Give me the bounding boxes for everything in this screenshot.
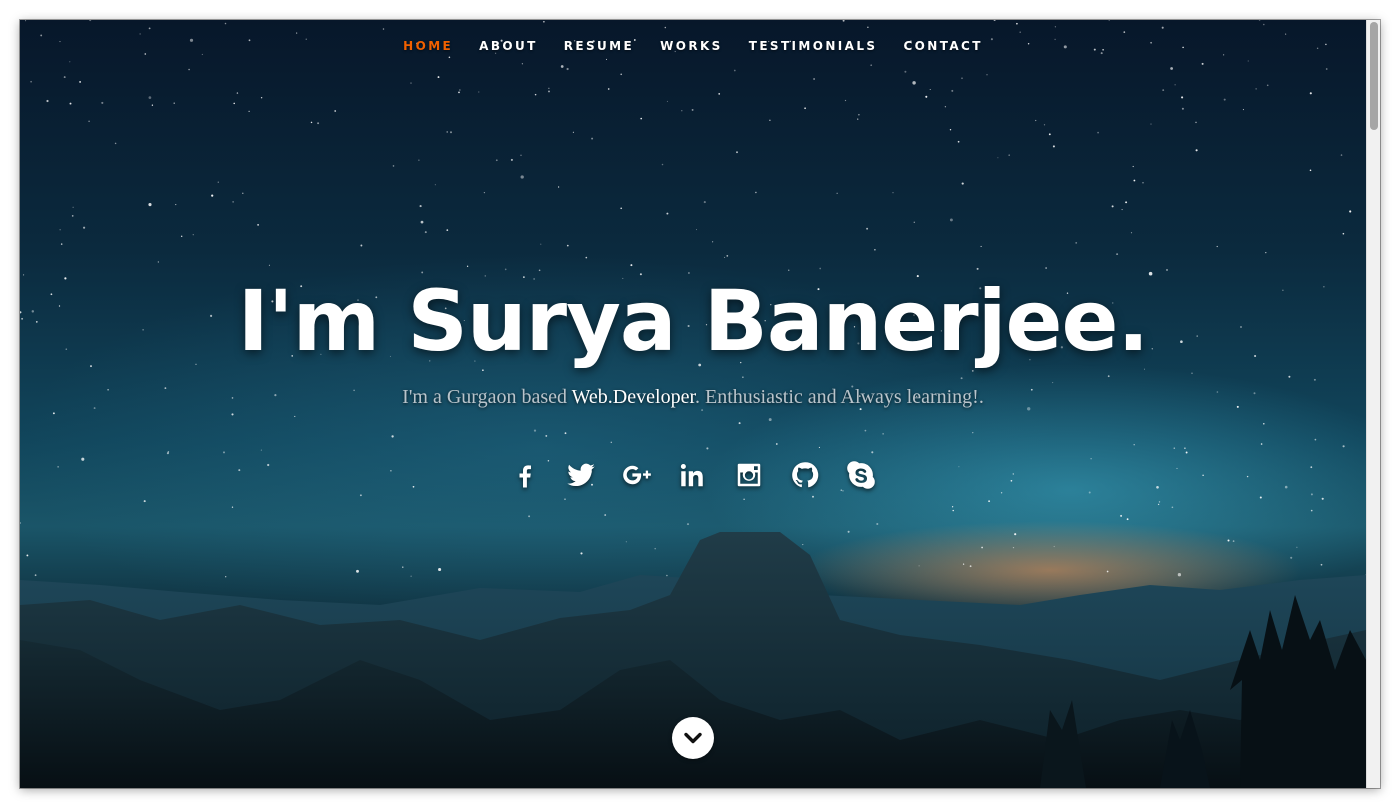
google-plus-icon[interactable]: [620, 458, 654, 492]
tagline-suffix: . Enthusiastic and Always learning!.: [695, 386, 984, 408]
tagline-highlight: Web.Developer: [571, 386, 695, 408]
nav-resume[interactable]: RESUME: [564, 36, 634, 56]
chevron-down-icon: [684, 732, 702, 744]
browser-viewport: HOME ABOUT RESUME WORKS TESTIMONIALS CON…: [20, 20, 1380, 788]
instagram-icon[interactable]: [732, 458, 766, 492]
hero-headline: I'm Surya Banerjee.: [237, 272, 1150, 370]
nav-testimonials[interactable]: TESTIMONIALS: [749, 36, 878, 56]
nav-contact[interactable]: CONTACT: [903, 36, 982, 56]
hero-section: HOME ABOUT RESUME WORKS TESTIMONIALS CON…: [20, 20, 1366, 788]
nav-works[interactable]: WORKS: [660, 36, 723, 56]
facebook-icon[interactable]: [508, 458, 542, 492]
main-navigation: HOME ABOUT RESUME WORKS TESTIMONIALS CON…: [20, 36, 1366, 56]
scrollbar-thumb[interactable]: [1370, 22, 1378, 130]
nav-about[interactable]: ABOUT: [479, 36, 538, 56]
tagline-prefix: I'm a Gurgaon based: [402, 386, 568, 408]
linkedin-icon[interactable]: [676, 458, 710, 492]
nav-home[interactable]: HOME: [403, 36, 453, 56]
skype-icon[interactable]: [844, 458, 878, 492]
vertical-scrollbar[interactable]: [1366, 20, 1380, 788]
github-icon[interactable]: [788, 458, 822, 492]
hero-tagline: I'm a Gurgaon based Web.Developer. Enthu…: [20, 386, 1366, 409]
social-links: [20, 458, 1366, 494]
scroll-down-button[interactable]: [672, 717, 714, 759]
twitter-icon[interactable]: [564, 458, 598, 492]
